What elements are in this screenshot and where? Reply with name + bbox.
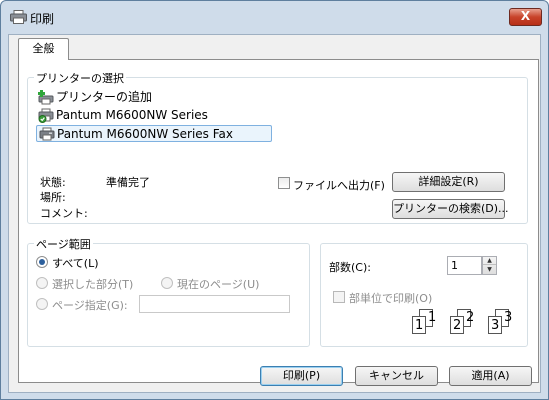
printer-name: Pantum M6600NW Series — [56, 108, 208, 122]
collate-page-number: 1 — [415, 318, 424, 333]
add-printer-icon — [38, 90, 54, 105]
list-item-add-printer[interactable]: プリンターの追加 — [36, 89, 176, 106]
printer-name: Pantum M6600NW Series Fax — [57, 127, 233, 141]
close-button[interactable]: X — [509, 8, 542, 26]
tab-page-general: プリンターの選択 プリンターの追加 Pantum M6600NW Series … — [18, 59, 539, 383]
page-range-input[interactable] — [139, 295, 290, 313]
collate-illustration: 1 1 2 2 3 3 — [409, 307, 519, 341]
radio-current-page[interactable] — [161, 277, 173, 289]
location-label: 場所: — [40, 191, 66, 204]
copies-group: 部数(C): 1 ▲ ▼ 部単位で印刷(O) 1 1 2 2 3 3 — [320, 243, 528, 347]
radio-all-pages[interactable] — [36, 256, 48, 268]
print-dialog-window: 印刷 X 全般 プリンターの選択 プリンターの追加 Pantum M6600NW… — [0, 0, 549, 400]
status-value: 準備完了 — [106, 176, 150, 189]
status-label: 状態: — [40, 176, 66, 189]
collate-page-number: 2 — [453, 318, 462, 333]
radio-selection[interactable] — [36, 277, 48, 289]
current-page-label[interactable]: 現在のページ(U) — [177, 276, 259, 292]
print-button[interactable]: 印刷(P) — [260, 366, 343, 386]
page-range-input-label[interactable]: ページ指定(G): — [52, 297, 128, 313]
dialog-client-area: 全般 プリンターの選択 プリンターの追加 Pantum M6600NW Seri… — [8, 34, 541, 393]
printer-icon — [10, 10, 27, 24]
printer-list[interactable]: プリンターの追加 Pantum M6600NW Series Pantum M6… — [32, 84, 523, 174]
title-bar[interactable]: 印刷 X — [1, 1, 548, 31]
collate-checkbox[interactable] — [333, 291, 345, 303]
print-to-file-checkbox[interactable] — [278, 177, 290, 189]
collate-page-number: 3 — [491, 318, 500, 333]
preferences-button[interactable]: 詳細設定(R) — [392, 172, 505, 192]
cancel-button[interactable]: キャンセル — [355, 366, 438, 386]
fax-printer-icon — [39, 127, 55, 141]
print-to-file-label[interactable]: ファイルへ出力(F) — [293, 177, 385, 193]
spin-up-icon[interactable]: ▲ — [483, 257, 496, 265]
page-range-group: ページ範囲 すべて(L) 選択した部分(T) 現在のページ(U) ページ指定(G… — [27, 236, 310, 347]
printer-selection-group: プリンターの選択 プリンターの追加 Pantum M6600NW Series … — [27, 70, 528, 224]
collate-page-number: 3 — [504, 310, 513, 325]
selection-label[interactable]: 選択した部分(T) — [52, 276, 133, 292]
list-item-pantum-fax[interactable]: Pantum M6600NW Series Fax — [36, 125, 272, 142]
collate-page-number: 2 — [466, 310, 475, 325]
copies-input[interactable]: 1 — [447, 256, 482, 275]
page-range-label: ページ範囲 — [34, 236, 93, 252]
printer-name: プリンターの追加 — [56, 90, 153, 104]
collate-page-number: 1 — [428, 310, 437, 325]
comment-label: コメント: — [40, 207, 88, 220]
default-printer-icon — [38, 108, 54, 123]
collate-label[interactable]: 部単位で印刷(O) — [349, 290, 432, 306]
radio-page-range[interactable] — [36, 298, 48, 310]
copies-label: 部数(C): — [329, 261, 371, 274]
apply-button[interactable]: 適用(A) — [449, 366, 532, 386]
list-item-pantum-printer[interactable]: Pantum M6600NW Series — [36, 107, 236, 124]
spin-down-icon[interactable]: ▼ — [483, 266, 496, 274]
copies-spinner[interactable]: ▲ ▼ — [482, 256, 497, 275]
all-pages-label[interactable]: すべて(L) — [52, 255, 99, 271]
tab-general[interactable]: 全般 — [18, 38, 69, 60]
find-printer-button[interactable]: プリンターの検索(D)... — [392, 199, 509, 219]
window-title: 印刷 — [30, 12, 55, 26]
